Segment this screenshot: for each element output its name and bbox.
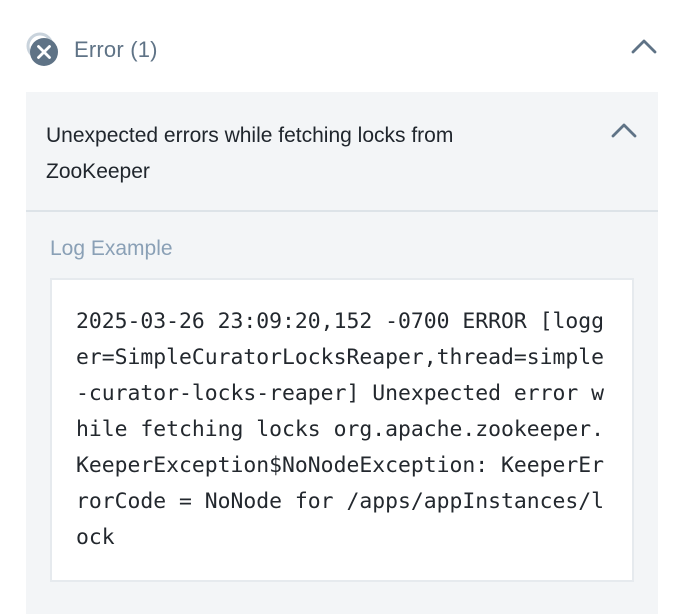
log-example-box: 2025-03-26 23:09:20,152 -0700 ERROR [log… [50,278,634,582]
error-card-header[interactable]: Unexpected errors while fetching locks f… [26,92,658,212]
error-section-header[interactable]: Error (1) [26,28,660,72]
log-example-text: 2025-03-26 23:09:20,152 -0700 ERROR [log… [76,309,605,550]
chevron-up-icon[interactable] [610,120,638,140]
log-example-label: Log Example [50,237,173,260]
chevron-up-icon[interactable] [630,36,658,56]
error-card: Unexpected errors while fetching locks f… [26,92,658,614]
error-circle-icon [26,32,60,68]
section-title: Error (1) [74,37,158,62]
error-title: Unexpected errors while fetching locks f… [46,124,454,183]
